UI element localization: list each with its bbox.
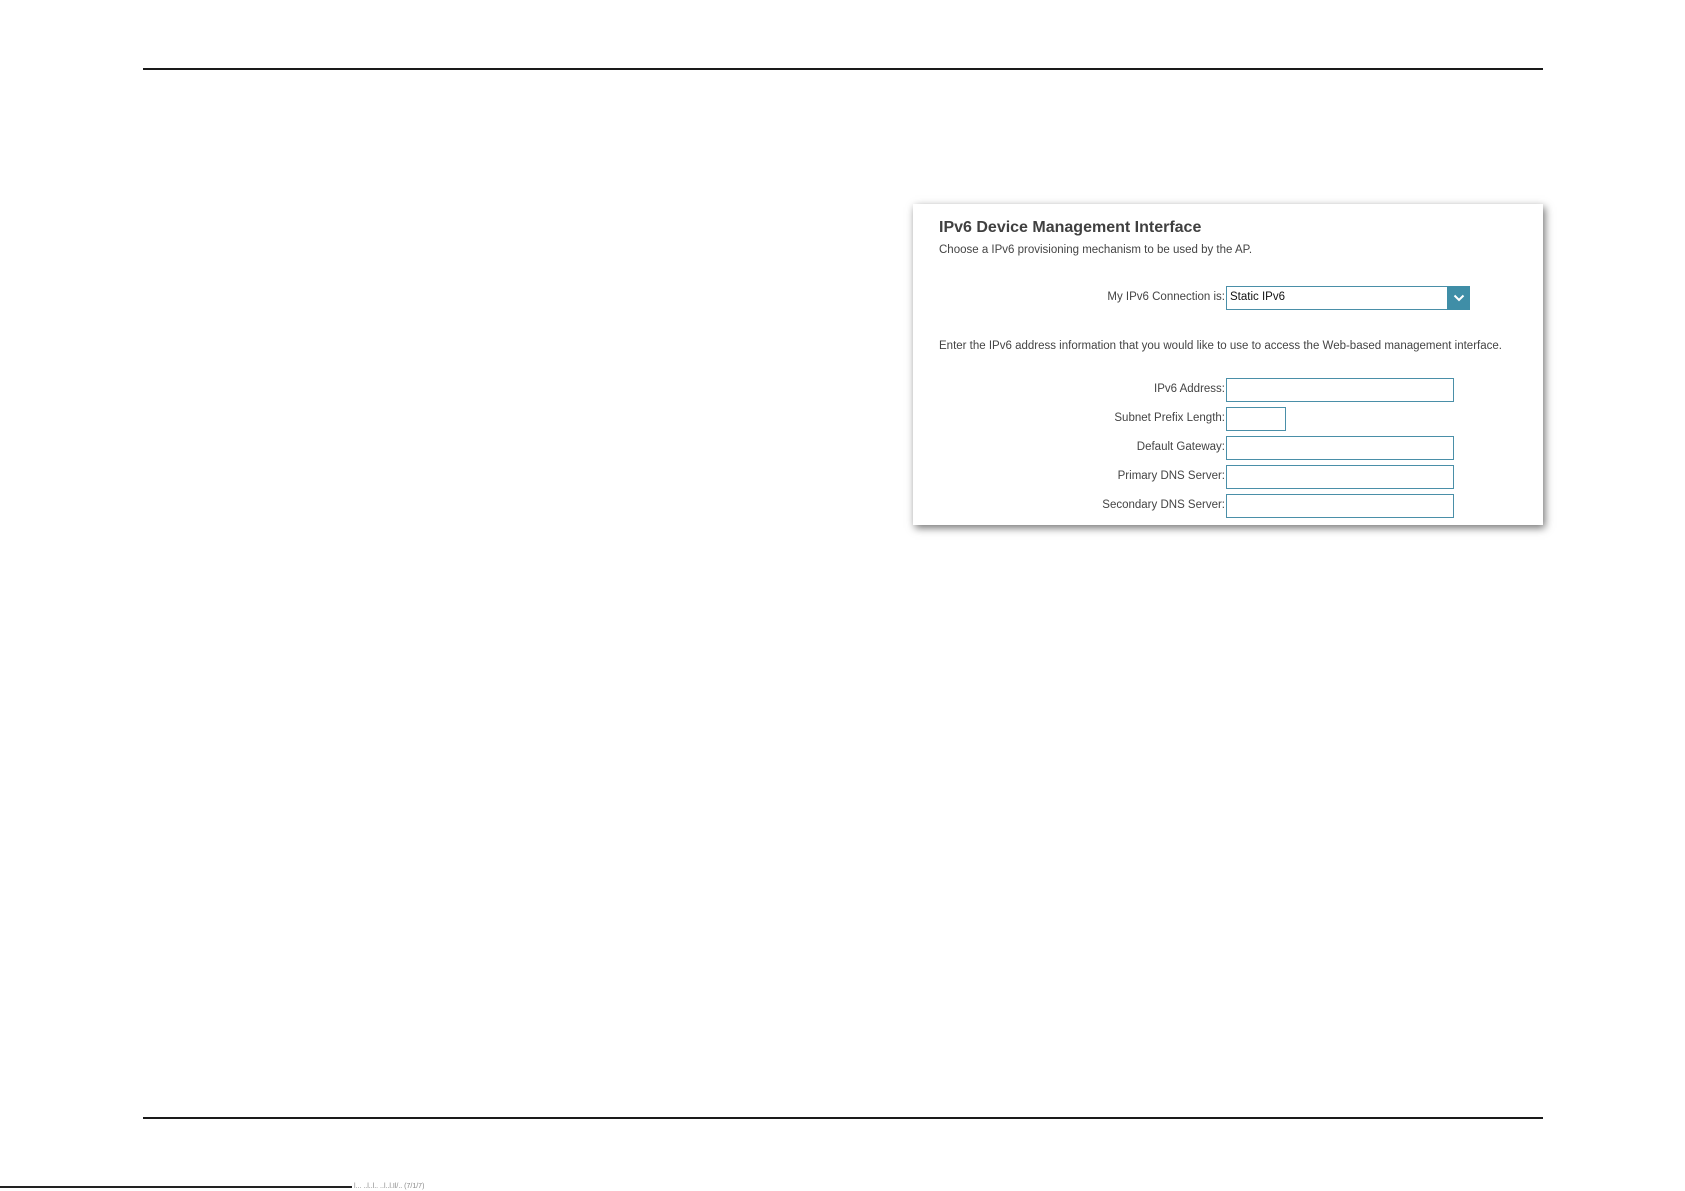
default-gateway-input[interactable] xyxy=(1226,436,1454,460)
primary-dns-row: Primary DNS Server: xyxy=(913,465,1543,489)
footer-stray-text: l... ..l..l.. ..l..l.Il/.. (7/1/7) xyxy=(354,1183,425,1190)
subnet-prefix-input[interactable] xyxy=(1226,407,1286,431)
panel-title: IPv6 Device Management Interface xyxy=(939,219,1202,236)
chevron-down-icon[interactable] xyxy=(1447,286,1470,310)
connection-type-select[interactable]: Static IPv6 xyxy=(1226,286,1470,310)
default-gateway-label: Default Gateway: xyxy=(1136,441,1225,453)
address-instruction: Enter the IPv6 address information that … xyxy=(939,340,1502,352)
secondary-dns-label: Secondary DNS Server: xyxy=(1102,499,1225,511)
secondary-dns-input[interactable] xyxy=(1226,494,1454,518)
subnet-prefix-label: Subnet Prefix Length: xyxy=(1114,412,1225,424)
header-divider xyxy=(143,68,1543,70)
ipv6-address-row: IPv6 Address: xyxy=(913,378,1543,402)
primary-dns-label: Primary DNS Server: xyxy=(1117,470,1225,482)
primary-dns-input[interactable] xyxy=(1226,465,1454,489)
ipv6-management-panel: IPv6 Device Management Interface Choose … xyxy=(913,204,1543,525)
panel-subtitle: Choose a IPv6 provisioning mechanism to … xyxy=(939,244,1253,256)
footer-stray-line xyxy=(0,1186,352,1188)
subnet-prefix-row: Subnet Prefix Length: xyxy=(913,407,1543,431)
default-gateway-row: Default Gateway: xyxy=(913,436,1543,460)
footer-divider xyxy=(143,1117,1543,1119)
ipv6-address-input[interactable] xyxy=(1226,378,1454,402)
ipv6-address-label: IPv6 Address: xyxy=(1154,383,1225,395)
connection-type-value: Static IPv6 xyxy=(1230,291,1285,303)
secondary-dns-row: Secondary DNS Server: xyxy=(913,494,1543,518)
connection-type-label: My IPv6 Connection is: xyxy=(1107,291,1225,303)
